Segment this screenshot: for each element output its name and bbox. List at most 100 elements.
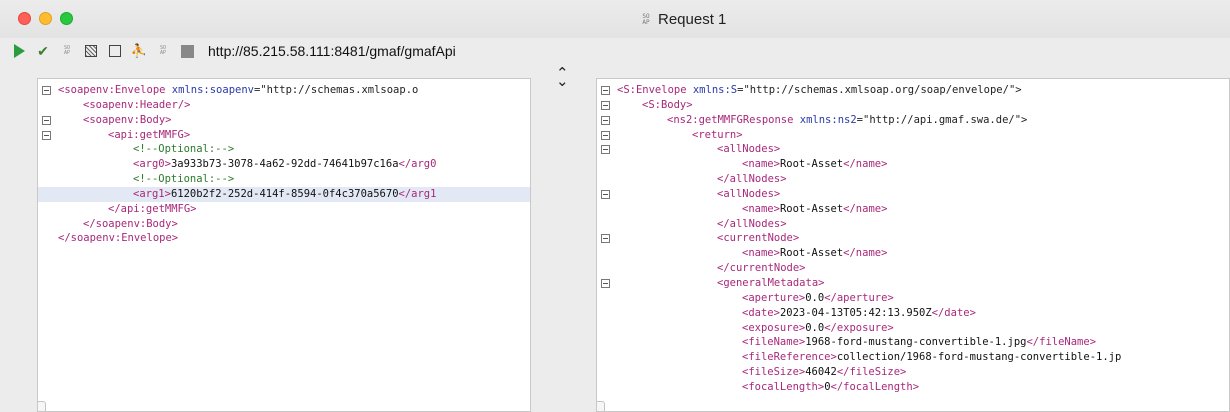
code-line[interactable]: <S:Envelope xmlns:S="http://schemas.xmls… — [597, 83, 1229, 98]
code-line[interactable]: </soapenv:Body> — [38, 217, 530, 232]
code-text: </allNodes> — [717, 172, 787, 187]
cancel-request-button[interactable] — [180, 44, 194, 58]
xml-token: <generalMetadata> — [717, 276, 825, 289]
window-title: SO AP Request 1 — [640, 11, 726, 28]
code-text: <fileName>1968-ford-mustang-convertible-… — [742, 335, 1096, 350]
code-line[interactable]: <name>Root-Asset</name> — [597, 202, 1229, 217]
code-line[interactable]: <ns2:getMMFGResponse xmlns:ns2="http://a… — [597, 113, 1229, 128]
submit-request-button[interactable] — [12, 44, 26, 58]
xml-token: ="http://schemas.xmlsoap.org/soap/envelo… — [737, 84, 1022, 96]
xml-token: <ns2:getMMFGResponse — [667, 113, 800, 126]
validate-button[interactable]: ✔ — [36, 42, 50, 59]
code-line[interactable]: <aperture>0.0</aperture> — [597, 291, 1229, 306]
code-line[interactable]: </api:getMMFG> — [38, 202, 530, 217]
endpoint-url[interactable]: http://85.215.58.111:8481/gmaf/gmafApi — [208, 43, 456, 59]
code-line[interactable]: <focalLength>0</focalLength> — [597, 380, 1229, 395]
code-line[interactable]: </currentNode> — [597, 261, 1229, 276]
response-editor[interactable]: <S:Envelope xmlns:S="http://schemas.xmls… — [596, 78, 1230, 412]
grid-box-icon — [85, 45, 97, 57]
code-line[interactable]: <allNodes> — [597, 142, 1229, 157]
splitter-handle[interactable]: ⌃ ⌄ — [556, 66, 569, 89]
soap-icon: SO AP — [63, 45, 71, 56]
request-xml[interactable]: <soapenv:Envelope xmlns:soapenv="http://… — [38, 83, 530, 246]
code-line[interactable]: <soapenv:Header/> — [38, 98, 530, 113]
fold-toggle-icon[interactable] — [601, 145, 610, 155]
xml-token: <allNodes> — [717, 143, 781, 156]
code-line[interactable]: <date>2023-04-13T05:42:13.950Z</date> — [597, 306, 1229, 321]
code-text: <S:Body> — [642, 98, 693, 113]
xml-token: </date> — [931, 306, 976, 319]
xml-token: <soapenv:Envelope — [58, 84, 172, 96]
xml-token: </soapenv:Body> — [83, 217, 178, 230]
code-line[interactable]: <generalMetadata> — [597, 276, 1229, 291]
code-line[interactable]: <api:getMMFG> — [38, 128, 530, 143]
clone-request-button[interactable] — [108, 44, 122, 58]
code-text: <allNodes> — [717, 142, 780, 157]
fold-toggle-icon[interactable] — [601, 278, 610, 288]
code-line[interactable]: <exposure>0.0</exposure> — [597, 321, 1229, 336]
code-text: <fileReference>collection/1968-ford-must… — [742, 350, 1121, 365]
fold-toggle-icon[interactable] — [601, 189, 610, 199]
code-line[interactable]: <fileReference>collection/1968-ford-must… — [597, 350, 1229, 365]
xml-token: <api:getMMFG> — [108, 128, 191, 141]
xml-token: <S:Envelope — [617, 84, 693, 96]
code-line[interactable]: <fileName>1968-ford-mustang-convertible-… — [597, 335, 1229, 350]
code-text: <fileSize>46042</fileSize> — [742, 365, 906, 380]
code-text: <arg0>3a933b73-3078-4a62-92dd-74641b97c1… — [133, 157, 436, 172]
window-title-text: Request 1 — [658, 11, 727, 28]
add-soap-button[interactable]: SO AP — [60, 44, 74, 58]
request-scroll-stub[interactable] — [38, 401, 46, 411]
code-line[interactable]: <!--Optional:--> — [38, 172, 530, 187]
fold-toggle-icon[interactable] — [42, 130, 51, 140]
xml-token: </allNodes> — [717, 173, 787, 186]
code-line[interactable]: </allNodes> — [597, 217, 1229, 232]
xml-token: <soapenv:Header/> — [83, 98, 191, 111]
code-line[interactable]: <allNodes> — [597, 187, 1229, 202]
response-scroll-stub[interactable] — [597, 401, 605, 411]
code-text: <generalMetadata> — [717, 276, 824, 291]
xml-token: <arg1> — [133, 187, 171, 200]
fold-toggle-icon[interactable] — [42, 86, 51, 95]
recreate-request-button[interactable] — [84, 44, 98, 58]
code-line[interactable]: </soapenv:Envelope> — [38, 231, 530, 246]
code-line[interactable]: <name>Root-Asset</name> — [597, 246, 1229, 261]
soap-settings-button[interactable]: SO AP — [156, 44, 170, 58]
xml-token: Root-Asset — [779, 247, 844, 260]
code-line[interactable]: <soapenv:Envelope xmlns:soapenv="http://… — [38, 83, 530, 98]
fold-toggle-icon[interactable] — [601, 130, 610, 140]
response-xml[interactable]: <S:Envelope xmlns:S="http://schemas.xmls… — [597, 83, 1229, 395]
xml-token: <currentNode> — [717, 232, 800, 245]
title-bar: SO AP Request 1 — [0, 0, 1230, 38]
xml-token: <exposure> — [742, 321, 806, 334]
code-line[interactable]: </allNodes> — [597, 172, 1229, 187]
code-line[interactable]: <S:Body> — [597, 98, 1229, 113]
code-line[interactable]: <fileSize>46042</fileSize> — [597, 365, 1229, 380]
code-line[interactable]: <arg0>3a933b73-3078-4a62-92dd-74641b97c1… — [38, 157, 530, 172]
soapui-window: SO AP Request 1 ✔ SO AP ⛹ SO AP http://8… — [0, 0, 1230, 412]
fold-toggle-icon[interactable] — [601, 234, 610, 244]
xml-token: </name> — [843, 247, 888, 260]
code-line[interactable]: <name>Root-Asset</name> — [597, 157, 1229, 172]
zoom-button[interactable] — [60, 12, 73, 25]
xml-token: xmlns:S — [692, 84, 738, 96]
code-line[interactable]: <arg1>6120b2f2-252d-414f-8594-0f4c370a56… — [38, 186, 530, 202]
fold-toggle-icon[interactable] — [42, 115, 51, 125]
close-button[interactable] — [18, 12, 31, 25]
xml-token: xmlns:soapenv — [171, 84, 254, 96]
fold-toggle-icon[interactable] — [601, 86, 610, 95]
code-line[interactable]: <soapenv:Body> — [38, 113, 530, 128]
fold-toggle-icon[interactable] — [601, 115, 610, 125]
code-line[interactable]: <currentNode> — [597, 231, 1229, 246]
code-line[interactable]: <!--Optional:--> — [38, 142, 530, 157]
code-line[interactable]: <return> — [597, 128, 1229, 143]
minimize-button[interactable] — [39, 12, 52, 25]
xml-token: <name> — [742, 202, 780, 215]
auth-button[interactable]: ⛹ — [131, 43, 147, 58]
fold-toggle-icon[interactable] — [601, 100, 610, 110]
check-icon: ✔ — [37, 42, 49, 59]
request-editor[interactable]: <soapenv:Envelope xmlns:soapenv="http://… — [37, 78, 531, 412]
code-text: <name>Root-Asset</name> — [742, 246, 887, 261]
xml-token: </arg0 — [398, 158, 437, 171]
xml-token: <allNodes> — [717, 187, 781, 200]
stop-icon — [180, 44, 194, 58]
